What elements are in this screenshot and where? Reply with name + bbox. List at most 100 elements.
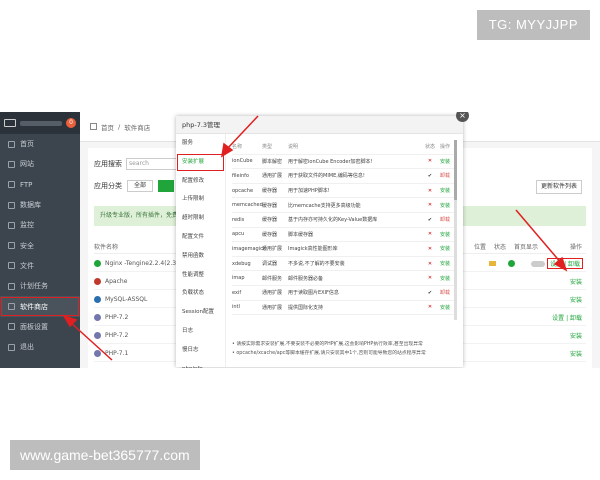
sidebar-item-6[interactable]: 文件 <box>0 256 80 276</box>
dialog-menu-item[interactable]: 上传限制 <box>176 190 225 209</box>
ftp-icon <box>8 181 15 189</box>
ext-type: 缓存器 <box>262 231 278 238</box>
sidebar-item-label: 数据库 <box>20 201 41 210</box>
col-status: 状态 <box>494 244 507 251</box>
ext-op-link[interactable]: 安装 <box>436 245 454 252</box>
scrollbar-thumb[interactable] <box>454 140 457 200</box>
extension-row: ionCube 脚本解密 用于解密ionCube Encoder加密脚本! ✕ 安装 <box>232 155 454 170</box>
sidebar-item-2[interactable]: FTP <box>0 175 80 195</box>
software-icon <box>94 332 101 339</box>
sidebar-item-9[interactable]: 面板设置 <box>0 317 80 337</box>
ext-op-link[interactable]: 安装 <box>436 187 454 194</box>
ext-op-link[interactable]: 安装 <box>436 275 454 282</box>
ext-name: ionCube <box>232 158 253 165</box>
sidebar-item-10[interactable]: 退出 <box>0 337 80 357</box>
dialog-menu-item[interactable]: Session配置 <box>176 303 225 322</box>
ext-desc: 用于加速PHP脚本! <box>288 188 330 195</box>
breadcrumb-current: 软件商店 <box>124 123 151 132</box>
ext-name: imagemagick <box>232 245 266 252</box>
row-operation-link[interactable]: 安装 <box>570 277 582 286</box>
dialog-menu-item[interactable]: 配置修改 <box>176 172 225 191</box>
ext-status: ✕ <box>427 158 433 165</box>
ext-name: xdebug <box>232 260 251 267</box>
ext-op-link[interactable]: 安装 <box>436 231 454 238</box>
col-ext-desc: 说明 <box>288 144 299 151</box>
ext-type: 缓存器 <box>262 202 278 209</box>
sidebar-item-3[interactable]: 数据库 <box>0 195 80 215</box>
ext-desc: 用于解密ionCube Encoder加密脚本! <box>288 158 373 165</box>
ext-desc: 脚本缓存器 <box>288 231 314 238</box>
ext-op-link[interactable]: 安装 <box>436 304 454 311</box>
ext-op-link[interactable]: 卸载 <box>436 289 454 296</box>
dialog-menu-item[interactable]: 配置文件 <box>176 228 225 247</box>
ext-type: 通用扩展 <box>262 246 283 253</box>
logout-icon <box>8 343 15 351</box>
category-all-button[interactable]: 全部 <box>127 180 154 192</box>
breadcrumb-home[interactable]: 首页 <box>101 122 114 132</box>
shield-icon <box>8 242 15 250</box>
software-name: PHP-7.2 <box>105 332 129 339</box>
sidebar-item-7[interactable]: 计划任务 <box>0 276 80 296</box>
ext-desc: 用于读取图片EXIF信息 <box>288 290 339 297</box>
sidebar-item-label: FTP <box>20 180 33 189</box>
dialog-menu-item[interactable]: phpinfo <box>176 360 225 368</box>
ext-op-link[interactable]: 卸载 <box>436 216 454 223</box>
home-icon <box>90 123 97 130</box>
ext-status: ✕ <box>427 304 433 311</box>
tip-line: • opcache/xcache/apc等脚本缓存扩展,请只安装其中1个,否则可… <box>232 351 426 356</box>
software-name: Apache <box>105 278 128 285</box>
extension-row: opcache 缓存器 用于加速PHP脚本! ✕ 安装 <box>232 184 454 199</box>
row-operation-link[interactable]: 设置 | 卸载 <box>552 313 582 322</box>
sidebar-header: 0 <box>0 112 80 134</box>
search-label: 应用搜索 <box>94 160 122 168</box>
ext-status: ✕ <box>427 231 433 238</box>
sidebar-item-8[interactable]: 软件商店 <box>0 296 80 317</box>
dialog-menu-item[interactable]: 日志 <box>176 322 225 341</box>
ext-op-link[interactable]: 安装 <box>436 202 454 209</box>
folder-icon[interactable] <box>489 261 496 266</box>
col-ext-op: 操作 <box>439 144 450 151</box>
extension-row: intl 通用扩展 提供国际化支持 ✕ 安装 <box>232 301 454 316</box>
ext-status: ✕ <box>427 202 433 209</box>
dialog-menu-item[interactable]: 安装扩展 <box>176 153 225 172</box>
extension-row: xdebug 调试器 不多说,不了解的不要安装 ✕ 安装 <box>232 257 454 272</box>
extension-scrollbar[interactable] <box>454 140 457 320</box>
dialog-menu-item[interactable]: 慢日志 <box>176 341 225 360</box>
home-display-toggle[interactable] <box>531 260 545 267</box>
dialog-menu-item[interactable]: 服务 <box>176 134 225 153</box>
dialog-menu-item[interactable]: 超时限制 <box>176 209 225 228</box>
extension-row: imagemagick 通用扩展 Imagick高性能图形库 ✕ 安装 <box>232 242 454 257</box>
ext-op-link[interactable]: 安装 <box>436 260 454 267</box>
sidebar-item-label: 面板设置 <box>20 322 48 331</box>
ext-status: ✔ <box>427 289 433 296</box>
php-manage-dialog: php-7.3管理 × 服务 安装扩展 配置修改 上传限制 超时限制 配置文件 禁用函数 性能… <box>176 112 469 368</box>
sidebar-item-5[interactable]: 安全 <box>0 235 80 255</box>
ext-op-link[interactable]: 卸载 <box>436 172 454 179</box>
category-button[interactable] <box>158 180 175 192</box>
row-operation-link[interactable]: 设置 | 卸载 <box>547 258 583 269</box>
row-operation-link[interactable]: 安装 <box>570 349 582 358</box>
sidebar-item-label: 退出 <box>20 343 34 352</box>
server-name-bar <box>20 120 62 126</box>
ext-name: apcu <box>232 231 245 238</box>
update-list-button[interactable]: 更新软件列表 <box>535 180 582 194</box>
notification-badge[interactable]: 0 <box>66 118 76 128</box>
ext-type: 缓存器 <box>262 188 278 195</box>
sidebar-item-label: 网站 <box>20 160 34 169</box>
dialog-menu-item[interactable]: 禁用函数 <box>176 247 225 266</box>
software-icon <box>94 296 101 303</box>
sidebar: 0 首页网站 FTP 数据库监控 安全 文件 计划任务 软件商店面板设置退出 <box>0 112 80 368</box>
row-operation-link[interactable]: 安装 <box>570 331 582 340</box>
sidebar-item-0[interactable]: 首页 <box>0 134 80 154</box>
ext-status: ✕ <box>427 187 433 194</box>
sidebar-item-4[interactable]: 监控 <box>0 215 80 235</box>
dialog-menu-item[interactable]: 负载状态 <box>176 284 225 303</box>
row-operation-link[interactable]: 安装 <box>570 295 582 304</box>
software-icon <box>94 314 101 321</box>
store-icon <box>8 303 15 311</box>
screenshot-stage: TG: MYYJJPP 0 首页 网站 FTP 数据库 监控 安全 文件 计划任务 软件商店 面板… <box>0 0 600 480</box>
sidebar-item-1[interactable]: 网站 <box>0 154 80 174</box>
dialog-menu: 服务 安装扩展 配置修改 上传限制 超时限制 配置文件 禁用函数 性能调整 负载状态 Sessio… <box>176 134 226 368</box>
dialog-menu-item[interactable]: 性能调整 <box>176 266 225 285</box>
ext-op-link[interactable]: 安装 <box>436 158 454 165</box>
